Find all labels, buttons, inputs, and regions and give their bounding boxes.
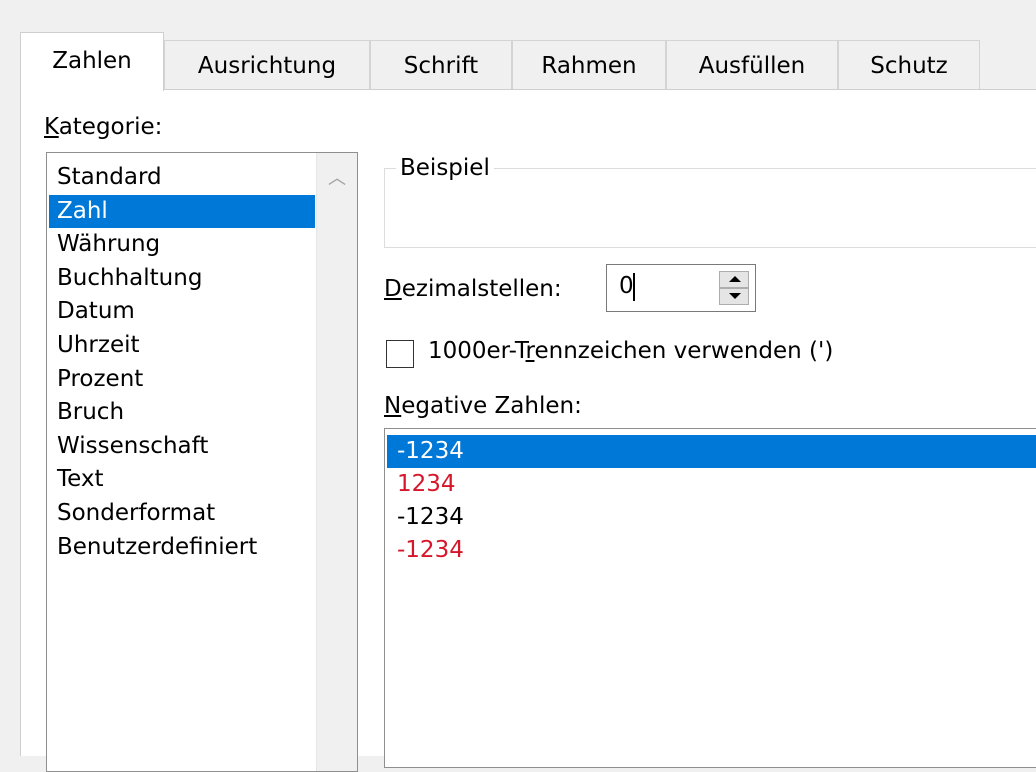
negative-numbers-label: Negative Zahlen:	[384, 393, 582, 419]
decimal-label-accel: D	[384, 276, 402, 302]
negative-label-rest: egative Zahlen:	[401, 393, 582, 419]
stepper-down-icon[interactable]	[719, 288, 749, 305]
stepper-up-icon[interactable]	[719, 271, 749, 288]
category-item[interactable]: Wissenschaft	[49, 430, 315, 464]
thousands-separator-checkbox[interactable]	[386, 340, 414, 368]
stepper-buttons	[719, 271, 749, 305]
format-cells-dialog: Zahlen Ausrichtung Schrift Rahmen Ausfül…	[0, 0, 1036, 772]
category-list[interactable]: Standard Zahl Währung Buchhaltung Datum Uhrze…	[46, 152, 358, 772]
negative-label-accel: N	[384, 393, 402, 419]
tab-schutz[interactable]: Schutz	[838, 40, 980, 90]
thousands-label-pre: 1000er-T	[428, 338, 526, 364]
category-item[interactable]: Standard	[49, 161, 315, 195]
decimal-places-stepper[interactable]: 0	[606, 264, 756, 312]
negative-format-item[interactable]: -1234	[387, 435, 1036, 468]
category-item[interactable]: Sonderformat	[49, 497, 315, 531]
negative-numbers-list[interactable]: -1234 1234 -1234 -1234	[384, 428, 1036, 768]
negative-items: -1234 1234 -1234 -1234	[387, 435, 1036, 567]
category-item[interactable]: Buchhaltung	[49, 262, 315, 296]
category-scrollbar[interactable]: ︿	[316, 153, 357, 771]
category-label-rest: ategorie:	[58, 114, 163, 140]
tab-zahlen[interactable]: Zahlen	[20, 32, 164, 91]
negative-format-item[interactable]: -1234	[387, 534, 1036, 567]
tab-schrift[interactable]: Schrift	[370, 40, 512, 90]
decimal-places-value[interactable]: 0	[619, 273, 634, 299]
category-label: Kategorie:	[44, 114, 162, 140]
text-caret	[633, 273, 635, 301]
category-label-accel: K	[44, 114, 59, 140]
tab-ausrichtung[interactable]: Ausrichtung	[164, 40, 370, 90]
thousands-separator-label[interactable]: 1000er-Trennzeichen verwenden (')	[428, 338, 833, 364]
decimal-places-label: Dezimalstellen:	[384, 276, 562, 302]
category-item[interactable]: Bruch	[49, 396, 315, 430]
thousands-label-post: ennzeichen verwenden (')	[534, 338, 834, 364]
category-items: Standard Zahl Währung Buchhaltung Datum Uhrze…	[49, 161, 315, 564]
decimal-label-rest: ezimalstellen:	[401, 276, 562, 302]
scroll-up-icon[interactable]: ︿	[317, 161, 357, 197]
negative-format-item[interactable]: 1234	[387, 468, 1036, 501]
tab-strip: Zahlen Ausrichtung Schrift Rahmen Ausfül…	[20, 32, 1036, 91]
negative-format-item[interactable]: -1234	[387, 501, 1036, 534]
category-item[interactable]: Text	[49, 463, 315, 497]
sample-title: Beispiel	[396, 155, 494, 181]
category-item[interactable]: Uhrzeit	[49, 329, 315, 363]
category-item[interactable]: Datum	[49, 295, 315, 329]
tab-rahmen[interactable]: Rahmen	[512, 40, 666, 90]
tab-ausfuellen[interactable]: Ausfüllen	[666, 40, 838, 90]
category-item[interactable]: Prozent	[49, 363, 315, 397]
category-item[interactable]: Zahl	[49, 194, 315, 229]
category-item[interactable]: Währung	[49, 228, 315, 262]
category-item[interactable]: Benutzerdefiniert	[49, 531, 315, 565]
